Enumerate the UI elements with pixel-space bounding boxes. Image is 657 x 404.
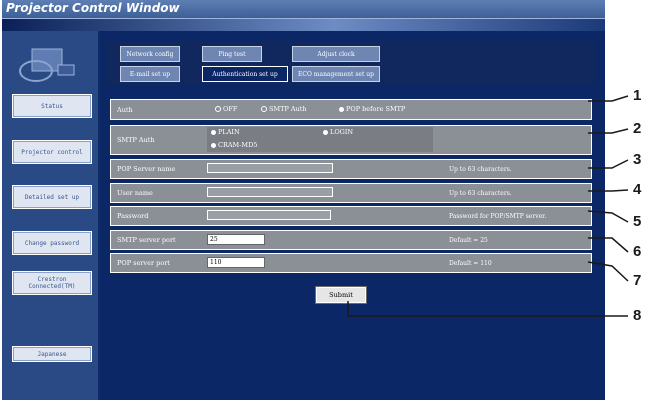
callout-line-2: [588, 128, 629, 134]
callout-6: 6: [633, 243, 642, 260]
callout-line-8: [347, 301, 628, 317]
callout-7: 7: [633, 272, 642, 289]
callout-line-4: [588, 189, 629, 192]
callout-4: 4: [633, 181, 642, 198]
callout-3: 3: [633, 151, 642, 168]
callout-line-7: [587, 261, 629, 282]
callout-line-5: [587, 210, 629, 223]
callout-5: 5: [633, 213, 642, 230]
callout-2: 2: [633, 120, 642, 137]
callout-1: 1: [633, 87, 642, 104]
callout-8: 8: [633, 307, 642, 324]
callout-lines: [347, 95, 629, 317]
callout-line-3: [588, 159, 629, 169]
callout-line-6: [588, 237, 629, 253]
callout-line-1: [588, 95, 629, 102]
